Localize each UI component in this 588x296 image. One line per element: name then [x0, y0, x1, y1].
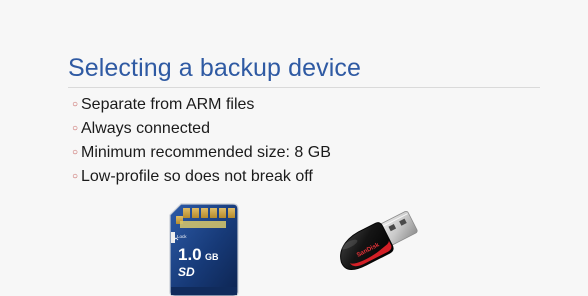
bullet-marker-icon: ○	[72, 171, 79, 182]
slide: Selecting a backup device ○ Separate fro…	[0, 0, 588, 296]
bullet-text: Separate from ARM files	[81, 96, 255, 113]
sd-unit-label: GB	[205, 252, 219, 262]
bullet-text: Always connected	[81, 120, 210, 137]
bullet-marker-icon: ○	[72, 123, 79, 134]
bullet-text: Low-profile so does not break off	[81, 168, 313, 185]
bullet-item: ○ Always connected	[72, 117, 331, 141]
bullet-item: ○ Separate from ARM files	[72, 93, 331, 117]
bullet-marker-icon: ○	[72, 147, 79, 158]
sd-capacity-label: 1.0	[178, 245, 202, 264]
usb-flash-drive-icon: SanDisk	[340, 210, 418, 271]
bullet-item: ○ Minimum recommended size: 8 GB	[72, 141, 331, 165]
bullet-text: Minimum recommended size: 8 GB	[81, 144, 331, 161]
sd-lock-label: Lock	[177, 234, 187, 239]
slide-title: Selecting a backup device	[68, 54, 361, 82]
sd-logo-label: SD	[178, 265, 195, 279]
bullet-list: ○ Separate from ARM files ○ Always conne…	[72, 93, 331, 189]
sd-card-icon: Lock 1.0 GB SD	[169, 203, 239, 296]
bullet-item: ○ Low-profile so does not break off	[72, 165, 331, 189]
title-divider	[68, 87, 540, 88]
bullet-marker-icon: ○	[72, 99, 79, 110]
